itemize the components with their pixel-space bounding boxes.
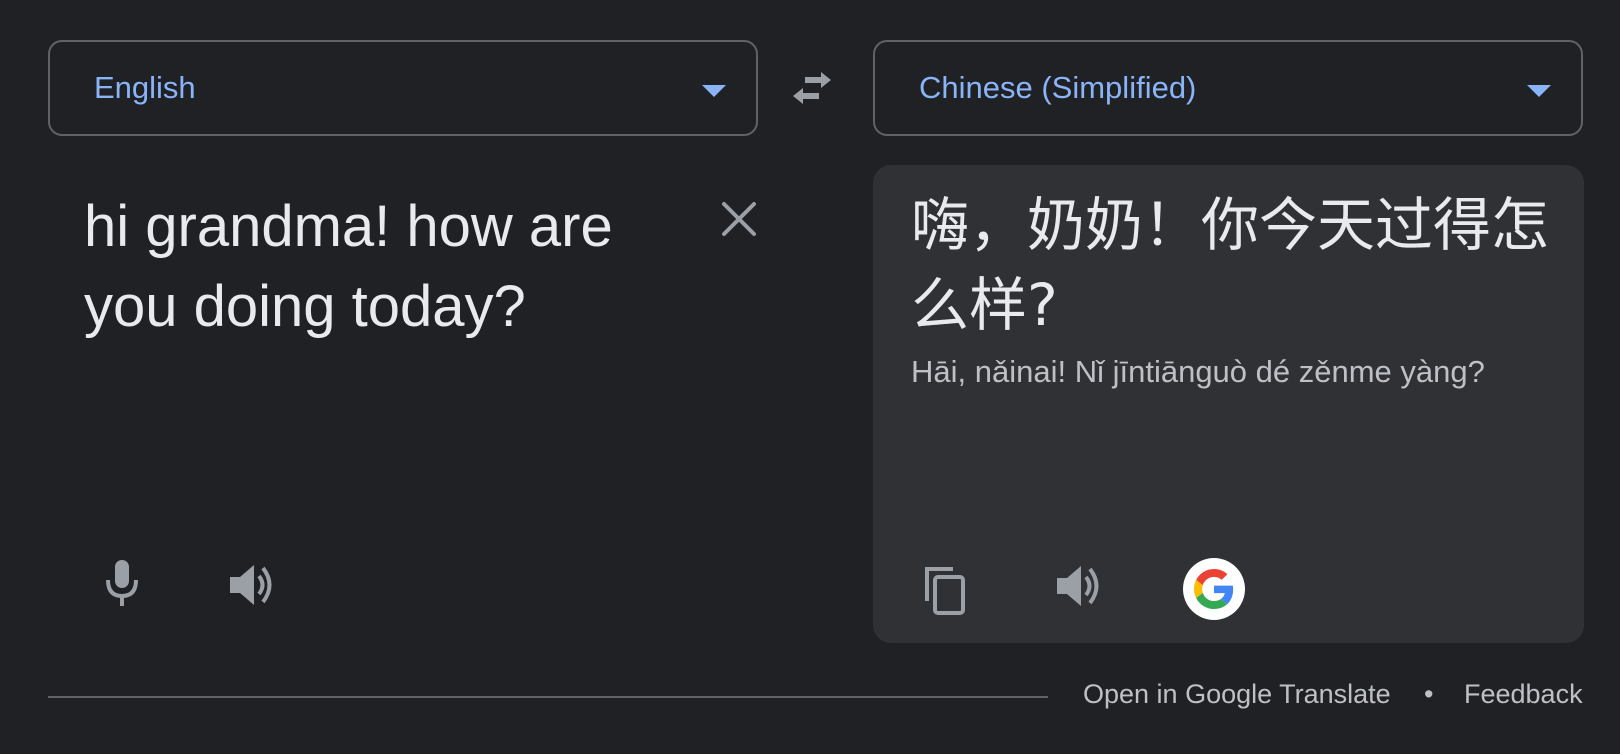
footer-separator: • <box>1424 679 1434 709</box>
dropdown-caret-icon <box>702 85 726 97</box>
close-icon <box>722 202 756 236</box>
source-text-input[interactable]: hi grandma! how are you doing today? <box>84 187 704 347</box>
copy-icon <box>925 567 965 615</box>
clear-source-button[interactable] <box>716 196 762 242</box>
target-language-label: Chinese (Simplified) <box>919 70 1197 105</box>
source-language-select[interactable]: English <box>48 40 758 136</box>
target-language-select[interactable]: Chinese (Simplified) <box>873 40 1583 136</box>
open-in-google-translate-link[interactable]: Open in Google Translate <box>1083 679 1391 710</box>
speaker-icon <box>230 565 272 605</box>
microphone-icon <box>106 560 138 606</box>
listen-translation-button[interactable] <box>1055 562 1107 610</box>
google-g-icon <box>1194 569 1234 609</box>
speaker-icon <box>1057 566 1099 606</box>
footer-divider <box>48 696 1048 698</box>
copy-translation-button[interactable] <box>923 565 967 615</box>
listen-source-button[interactable] <box>228 561 280 609</box>
google-search-button[interactable] <box>1183 558 1245 620</box>
voice-input-button[interactable] <box>100 558 144 608</box>
swap-arrows-icon <box>793 72 831 104</box>
feedback-link[interactable]: Feedback <box>1464 679 1583 710</box>
romanization-text: Hāi, nǎinai! Nǐ jīntiānguò dé zěnme yàng… <box>911 354 1485 389</box>
dropdown-caret-icon <box>1527 85 1551 97</box>
source-language-label: English <box>94 70 196 105</box>
swap-languages-button[interactable] <box>787 66 837 110</box>
translation-panel: 嗨，奶奶！你今天过得怎么样? Hāi, nǎinai! Nǐ jīntiāngu… <box>873 165 1584 643</box>
translated-text: 嗨，奶奶！你今天过得怎么样? <box>911 191 1550 339</box>
